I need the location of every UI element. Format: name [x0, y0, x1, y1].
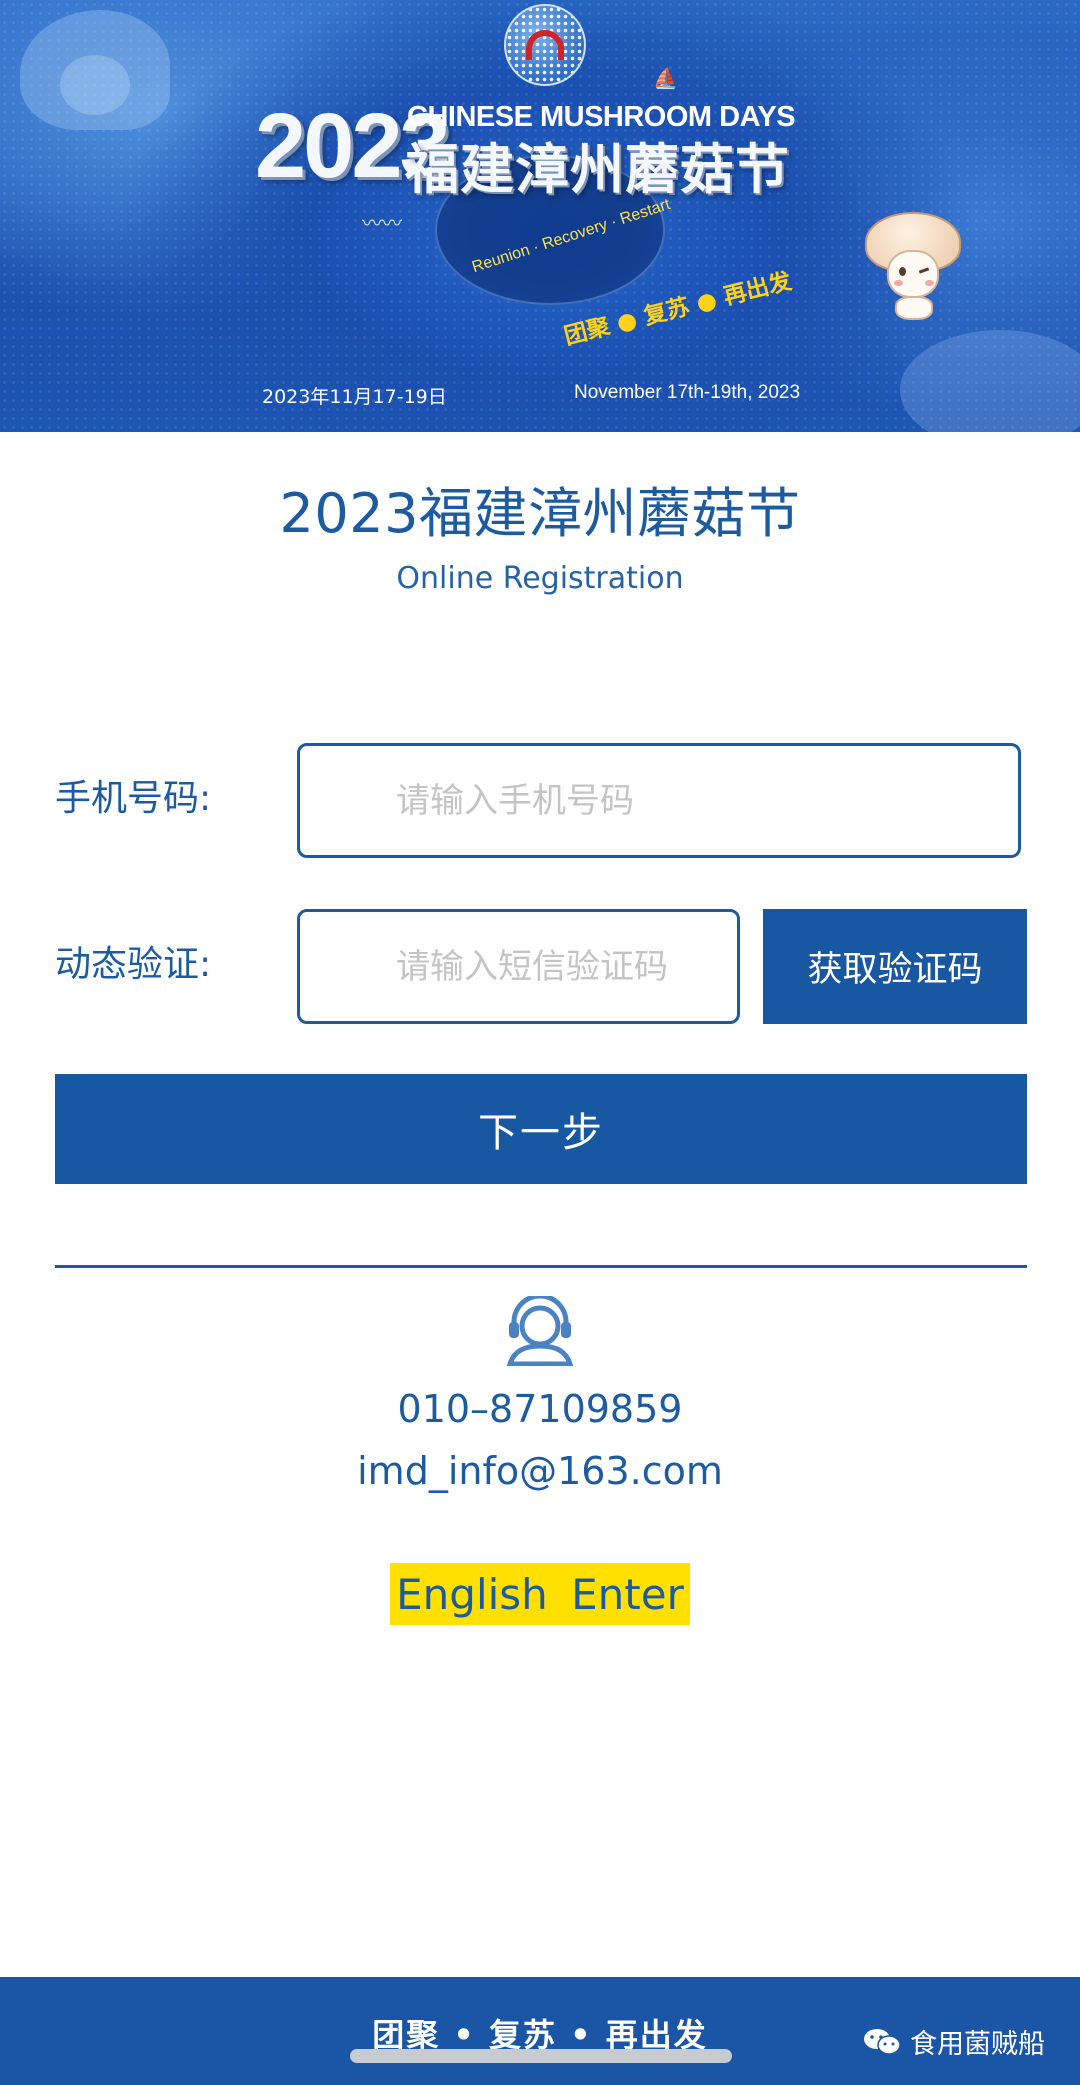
english-enter-link[interactable]: English Enter [390, 1563, 690, 1625]
phone-input[interactable] [297, 743, 1021, 858]
event-banner: ⛵ 2023 CHINESE MUSHROOM DAYS 福建漳州蘑菇节 〰〰 … [0, 0, 1080, 432]
get-code-button[interactable]: 获取验证码 [763, 909, 1027, 1024]
sailboat-icon: ⛵ [653, 66, 678, 90]
home-indicator[interactable] [350, 2049, 732, 2063]
banner-date-en: November 17th-19th, 2023 [574, 382, 801, 403]
wechat-icon [864, 2028, 901, 2055]
customer-service-headset-icon [506, 1296, 574, 1366]
contact-email: imd_info@163.com [357, 1449, 723, 1493]
divider [55, 1265, 1027, 1268]
contact-phone: 010–87109859 [397, 1387, 683, 1431]
wechat-watermark: 食用菌贼船 [862, 2022, 1045, 2061]
wave-icon: 〰〰 [362, 211, 402, 235]
globe-logo-mark [526, 30, 564, 60]
wechat-account-name: 食用菌贼船 [910, 2029, 1045, 2060]
banner-event-name-en: CHINESE MUSHROOM DAYS [407, 101, 796, 133]
banner-date-cn: 2023年11月17-19日 [262, 386, 447, 408]
verification-code-input[interactable] [297, 909, 740, 1024]
phone-label: 手机号码: [55, 778, 212, 819]
page-title: 2023福建漳州蘑菇节 [279, 482, 801, 545]
verification-code-label: 动态验证: [55, 944, 212, 985]
banner-event-name-cn: 福建漳州蘑菇节 [405, 138, 790, 201]
page-subtitle: Online Registration [396, 561, 684, 596]
next-step-button[interactable]: 下一步 [55, 1074, 1027, 1184]
banner-mushroom-decoration [60, 55, 130, 115]
mushroom-mascot-icon [865, 212, 961, 322]
